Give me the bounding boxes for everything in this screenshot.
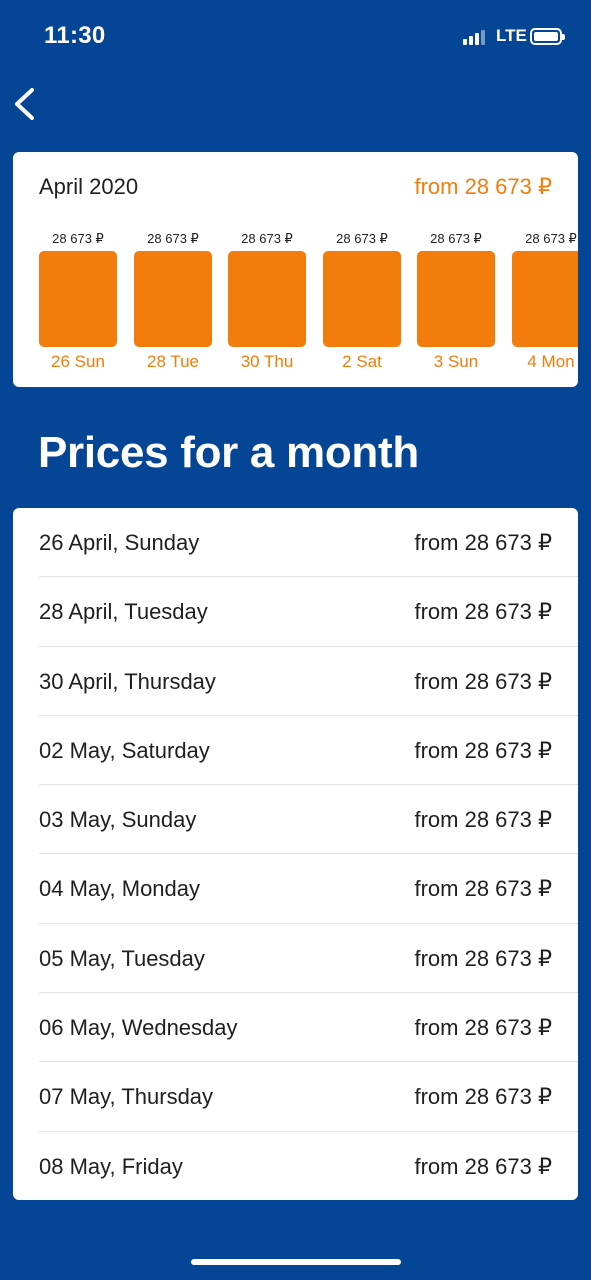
month-min-price: from 28 673 ₽: [414, 174, 552, 199]
row-date: 03 May, Sunday: [39, 807, 197, 833]
price-list-row[interactable]: 30 April, Thursday from 28 673 ₽: [13, 647, 578, 716]
price-list: 26 April, Sunday from 28 673 ₽ 28 April,…: [13, 508, 578, 1200]
row-date: 26 April, Sunday: [39, 530, 200, 555]
row-price: from 28 673 ₽: [414, 1015, 552, 1041]
day-bar-fill: [228, 251, 306, 347]
row-price: from 28 673 ₽: [414, 668, 552, 694]
row-price: from 28 673 ₽: [414, 599, 552, 625]
month-price-card: April 2020 from 28 673 ₽ 28 673 ₽ 26 Sun…: [13, 152, 578, 387]
day-bar-fill: [134, 251, 212, 347]
day-bar-price: 28 673 ₽: [525, 231, 577, 246]
day-bar-fill: [323, 251, 401, 347]
day-bar-price: 28 673 ₽: [52, 231, 104, 246]
row-price: from 28 673 ₽: [414, 945, 552, 971]
price-list-row[interactable]: 04 May, Monday from 28 673 ₽: [13, 854, 578, 924]
day-bar-price: 28 673 ₽: [336, 231, 388, 246]
price-list-row[interactable]: 28 April, Tuesday from 28 673 ₽: [13, 577, 578, 647]
price-list-row[interactable]: 05 May, Tuesday from 28 673 ₽: [13, 924, 578, 994]
section-title: Prices for a month: [38, 428, 419, 477]
day-bar[interactable]: 28 673 ₽ 2 Sat: [322, 230, 402, 372]
row-date: 08 May, Friday: [39, 1153, 183, 1179]
row-date: 02 May, Saturday: [39, 737, 210, 763]
row-price: from 28 673 ₽: [414, 1153, 552, 1179]
row-price: from 28 673 ₽: [414, 530, 552, 555]
price-list-row[interactable]: 03 May, Sunday from 28 673 ₽: [13, 785, 578, 855]
row-price: from 28 673 ₽: [414, 1084, 552, 1110]
day-bar[interactable]: 28 673 ₽ 4 Mon: [511, 230, 578, 372]
day-bar[interactable]: 28 673 ₽ 3 Sun: [416, 230, 496, 372]
row-date: 05 May, Tuesday: [39, 945, 205, 971]
status-time: 11:30: [44, 22, 106, 49]
home-indicator[interactable]: [191, 1259, 401, 1265]
row-date: 04 May, Monday: [39, 876, 201, 902]
day-bar-label: 3 Sun: [433, 352, 479, 371]
day-bar[interactable]: 28 673 ₽ 30 Thu: [227, 230, 307, 372]
day-bar-fill: [512, 251, 578, 347]
battery-icon: [530, 28, 565, 45]
price-list-row[interactable]: 06 May, Wednesday from 28 673 ₽: [13, 993, 578, 1063]
month-title: April 2020: [39, 174, 139, 199]
price-list-row[interactable]: 02 May, Saturday from 28 673 ₽: [13, 716, 578, 786]
day-bar-label: 28 Tue: [147, 352, 199, 371]
row-date: 28 April, Tuesday: [39, 599, 208, 625]
day-bar-label: 26 Sun: [51, 352, 105, 371]
day-bar-label: 2 Sat: [342, 352, 382, 371]
row-date: 30 April, Thursday: [39, 668, 216, 694]
day-bar-fill: [417, 251, 495, 347]
row-price: from 28 673 ₽: [414, 737, 552, 763]
row-price: from 28 673 ₽: [414, 876, 552, 902]
chevron-left-icon: [15, 88, 34, 120]
day-bar-label: 4 Mon: [527, 352, 575, 371]
row-date: 07 May, Thursday: [39, 1084, 214, 1110]
price-list-row[interactable]: 07 May, Thursday from 28 673 ₽: [13, 1062, 578, 1132]
status-bar: 11:30 LTE: [0, 0, 591, 72]
day-bar-label: 30 Thu: [240, 352, 294, 371]
back-button[interactable]: [10, 82, 50, 126]
day-bar[interactable]: 28 673 ₽ 26 Sun: [38, 230, 118, 372]
row-date: 06 May, Wednesday: [39, 1015, 238, 1041]
day-bar-price: 28 673 ₽: [430, 231, 482, 246]
day-bar-price: 28 673 ₽: [147, 231, 199, 246]
day-bar[interactable]: 28 673 ₽ 28 Tue: [133, 230, 213, 372]
price-list-row[interactable]: 08 May, Friday from 28 673 ₽: [13, 1132, 578, 1200]
row-price: from 28 673 ₽: [414, 807, 552, 833]
network-type: LTE: [496, 26, 527, 45]
price-list-row[interactable]: 26 April, Sunday from 28 673 ₽: [13, 508, 578, 578]
day-bar-fill: [39, 251, 117, 347]
cellular-signal-icon: [463, 29, 489, 45]
day-bar-price: 28 673 ₽: [241, 231, 293, 246]
